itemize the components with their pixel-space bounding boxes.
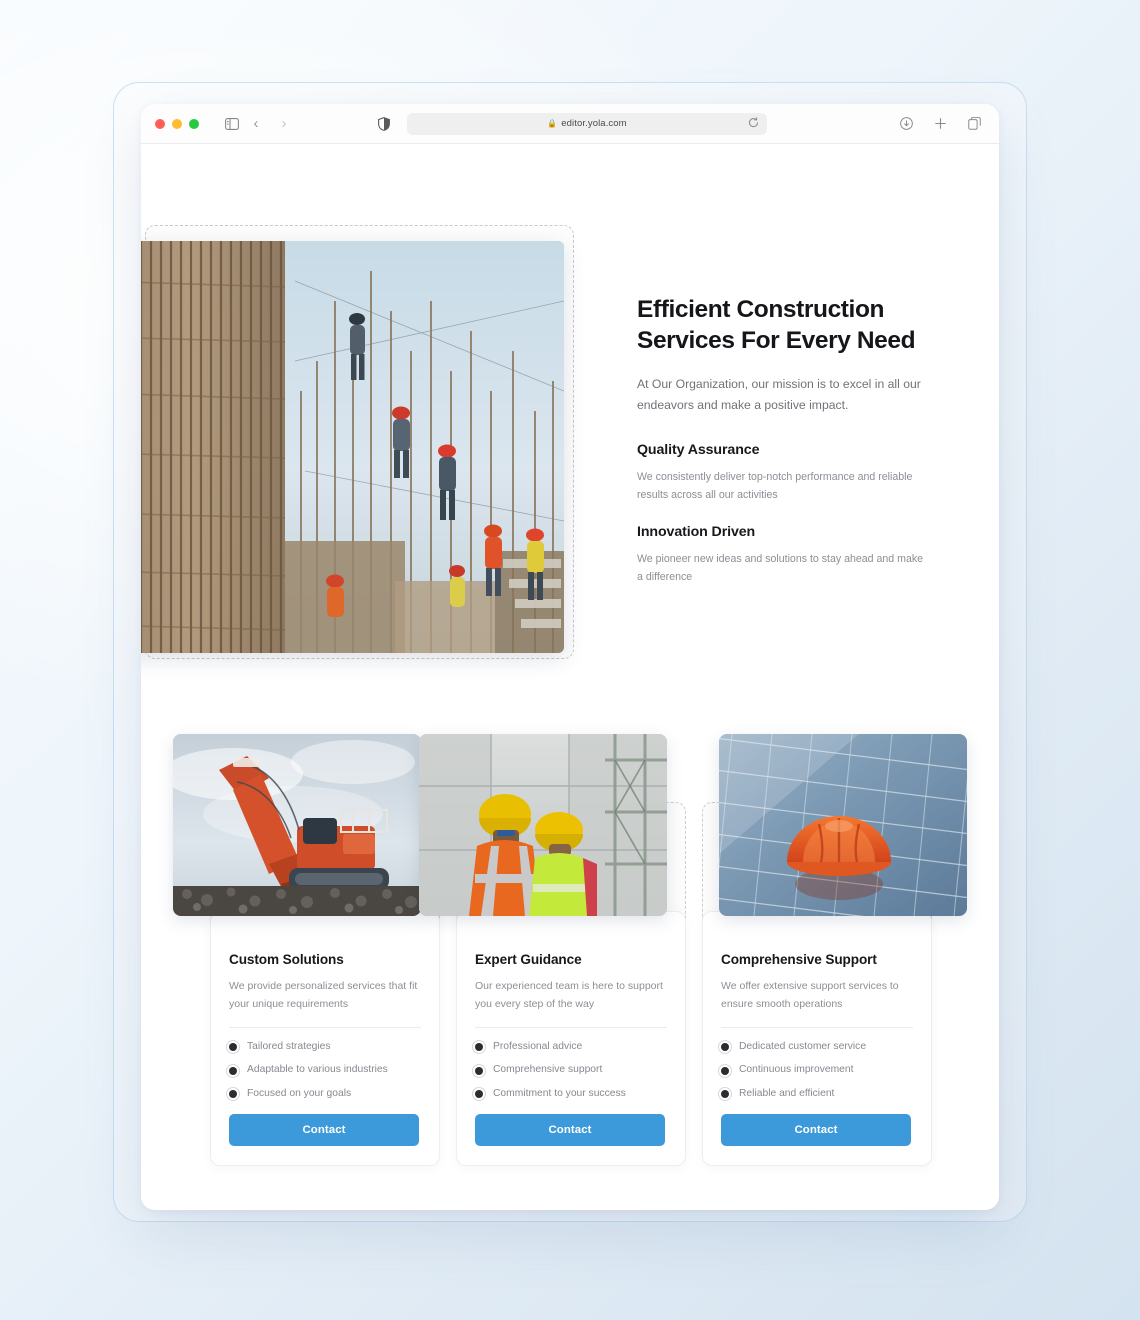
bullet-label: Tailored strategies [247, 1041, 331, 1053]
list-item: Dedicated customer service [721, 1041, 913, 1053]
page-canvas: Efficient Construction Services For Ever… [141, 144, 999, 1210]
address-area: 🔒 editor.yola.com [373, 112, 767, 135]
contact-button[interactable]: Contact [229, 1114, 419, 1147]
lock-icon: 🔒 [547, 118, 558, 128]
feature-quality-assurance: Quality Assurance We consistently delive… [637, 442, 929, 504]
card-bullet-list: Dedicated customer service Continuous im… [721, 1041, 913, 1100]
cards-section: Custom Solutions We provide personalized… [141, 734, 999, 1174]
forward-chevron-icon: › [281, 115, 287, 132]
card-image-hardhat-solar[interactable] [719, 734, 967, 916]
card-image-excavator[interactable] [173, 734, 421, 916]
address-content: 🔒 editor.yola.com [547, 118, 626, 129]
contact-button[interactable]: Contact [721, 1114, 911, 1147]
list-item: Reliable and efficient [721, 1088, 913, 1100]
list-item: Focused on your goals [229, 1088, 421, 1100]
bullet-label: Reliable and efficient [739, 1087, 835, 1099]
card-title: Custom Solutions [229, 952, 344, 967]
bullet-icon [721, 1066, 729, 1075]
bullet-label: Comprehensive support [493, 1064, 603, 1076]
back-button[interactable]: ‹ [245, 113, 267, 135]
divider [475, 1027, 667, 1029]
hero-text-block: Efficient Construction Services For Ever… [637, 295, 927, 416]
card-description: Our experienced team is here to support … [475, 980, 663, 1011]
hero-subtitle: At Our Organization, our mission is to e… [637, 376, 921, 412]
divider [229, 1027, 421, 1029]
bullet-icon [475, 1043, 483, 1052]
plus-icon[interactable] [929, 113, 951, 135]
feature-title: Quality Assurance [637, 442, 760, 458]
feature-innovation-driven: Innovation Driven We pioneer new ideas a… [637, 524, 929, 586]
bullet-icon [229, 1089, 237, 1098]
card-title: Expert Guidance [475, 952, 582, 967]
shield-privacy-icon[interactable] [373, 113, 395, 135]
url-text: editor.yola.com [561, 118, 627, 129]
list-item: Professional advice [475, 1041, 667, 1053]
bullet-icon [721, 1043, 729, 1052]
page-title: Efficient Construction Services For Ever… [637, 296, 916, 354]
window-traffic-lights [155, 118, 199, 129]
sidebar-icon[interactable] [221, 113, 243, 135]
card-description: We offer extensive support services to e… [721, 980, 899, 1011]
bullet-icon [229, 1043, 237, 1052]
bullet-label: Professional advice [493, 1041, 583, 1053]
copy-tabs-icon[interactable] [963, 113, 985, 135]
close-window-button[interactable] [155, 118, 165, 129]
bullet-label: Dedicated customer service [739, 1041, 867, 1053]
bullet-label: Focused on your goals [247, 1087, 352, 1099]
minimize-window-button[interactable] [172, 118, 182, 129]
card-content-comprehensive-support: Comprehensive Support We offer extensive… [721, 952, 913, 1147]
card-bullet-list: Tailored strategies Adaptable to various… [229, 1041, 421, 1100]
browser-toolbar: ‹ › 🔒 editor.yola.com [141, 104, 999, 144]
hero-image[interactable] [141, 241, 564, 653]
bullet-label: Continuous improvement [739, 1064, 854, 1076]
card-bullet-list: Professional advice Comprehensive suppor… [475, 1041, 667, 1100]
back-chevron-icon: ‹ [253, 115, 259, 132]
card-content-custom-solutions: Custom Solutions We provide personalized… [229, 952, 421, 1147]
card-content-expert-guidance: Expert Guidance Our experienced team is … [475, 952, 667, 1147]
bullet-icon [229, 1066, 237, 1075]
bullet-icon [475, 1066, 483, 1075]
contact-button[interactable]: Contact [475, 1114, 665, 1147]
card-description: We provide personalized services that fi… [229, 980, 418, 1011]
reload-icon[interactable] [748, 115, 759, 133]
toolbar-right-actions [895, 113, 985, 135]
list-item: Tailored strategies [229, 1041, 421, 1053]
nav-buttons: ‹ › [245, 113, 295, 135]
download-icon[interactable] [895, 113, 917, 135]
browser-window: ‹ › 🔒 editor.yola.com Efficient Construc… [141, 104, 999, 1210]
bullet-label: Adaptable to various industries [247, 1064, 388, 1076]
list-item: Comprehensive support [475, 1064, 667, 1076]
bullet-icon [475, 1089, 483, 1098]
feature-body: We pioneer new ideas and solutions to st… [637, 553, 924, 584]
address-bar[interactable]: 🔒 editor.yola.com [407, 112, 767, 135]
forward-button[interactable]: › [273, 113, 295, 135]
divider [721, 1027, 913, 1029]
list-item: Commitment to your success [475, 1088, 667, 1100]
feature-title: Innovation Driven [637, 524, 756, 540]
list-item: Continuous improvement [721, 1064, 913, 1076]
feature-body: We consistently deliver top-notch perfor… [637, 471, 913, 502]
card-title: Comprehensive Support [721, 952, 877, 967]
bullet-icon [721, 1089, 729, 1098]
maximize-window-button[interactable] [189, 118, 199, 129]
list-item: Adaptable to various industries [229, 1064, 421, 1076]
card-image-workers[interactable] [419, 734, 667, 916]
bullet-label: Commitment to your success [493, 1087, 626, 1099]
